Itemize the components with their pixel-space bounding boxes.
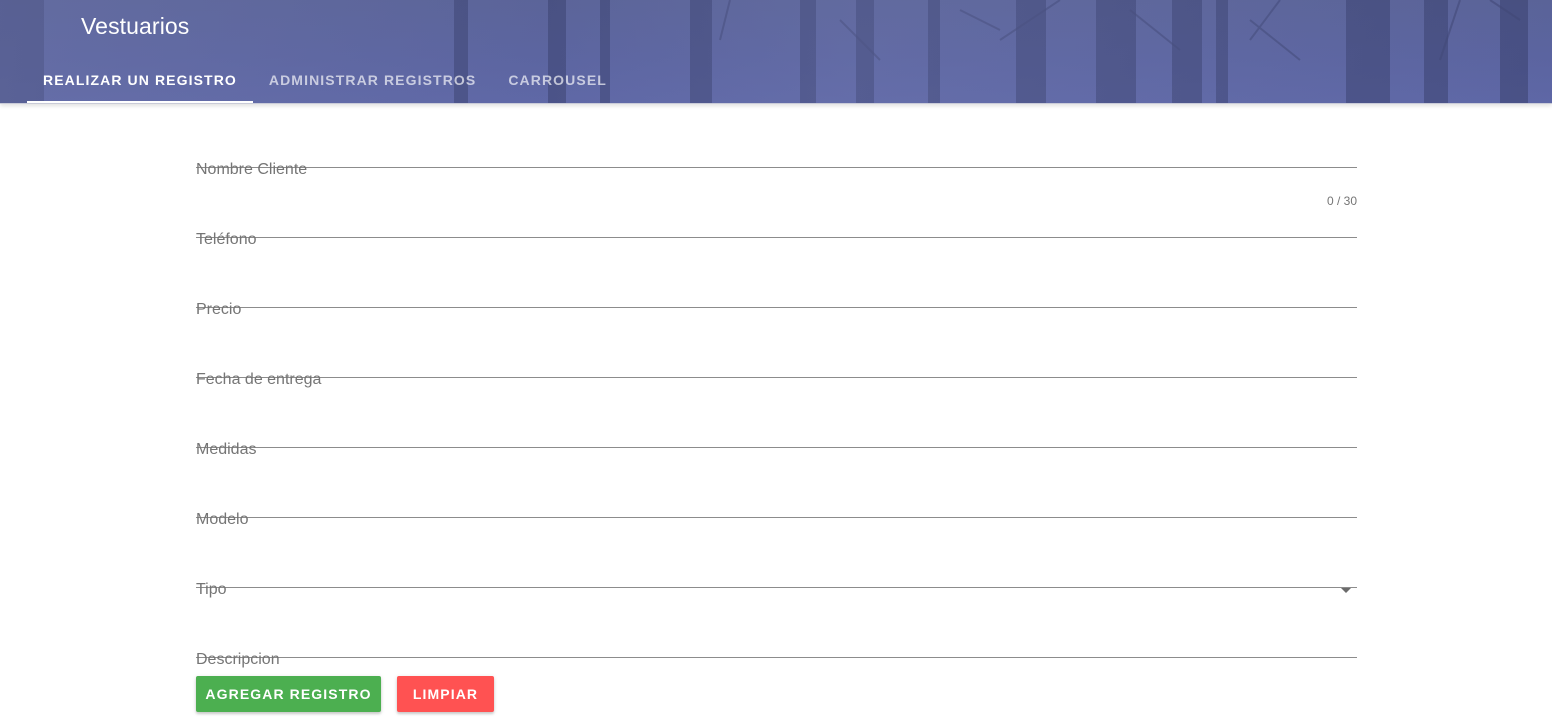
caret-down-icon[interactable] [1341,588,1351,593]
tipo-select[interactable]: Tipo [196,548,1357,598]
app-header: Vestuarios REALIZAR UN REGISTRO ADMINIST… [0,0,1552,104]
precio-field[interactable]: Precio [196,268,1357,318]
tab-realizar-registro[interactable]: REALIZAR UN REGISTRO [27,56,253,103]
telefono-label: Teléfono [196,231,257,248]
descripcion-label: Descripcion [196,651,280,668]
modelo-field[interactable]: Modelo [196,478,1357,528]
descripcion-field[interactable]: Descripcion [196,618,1357,668]
fecha-entrega-field[interactable]: Fecha de entrega [196,338,1357,388]
tab-carrousel[interactable]: CARROUSEL [492,56,623,103]
telefono-field[interactable]: Teléfono [196,198,1357,248]
nombre-cliente-field[interactable]: Nombre Cliente 0 / 30 [196,128,1357,208]
fecha-entrega-label: Fecha de entrega [196,371,322,388]
tab-administrar-registros[interactable]: ADMINISTRAR REGISTROS [253,56,492,103]
tab-bar: REALIZAR UN REGISTRO ADMINISTRAR REGISTR… [27,56,623,103]
nombre-cliente-label: Nombre Cliente [196,161,308,178]
app-title: Vestuarios [81,13,190,39]
precio-label: Precio [196,301,242,318]
limpiar-button[interactable]: LIMPIAR [397,676,494,712]
agregar-registro-button[interactable]: AGREGAR REGISTRO [196,676,381,712]
medidas-label: Medidas [196,441,257,458]
medidas-field[interactable]: Medidas [196,408,1357,458]
tipo-label: Tipo [196,581,227,598]
modelo-label: Modelo [196,511,249,528]
